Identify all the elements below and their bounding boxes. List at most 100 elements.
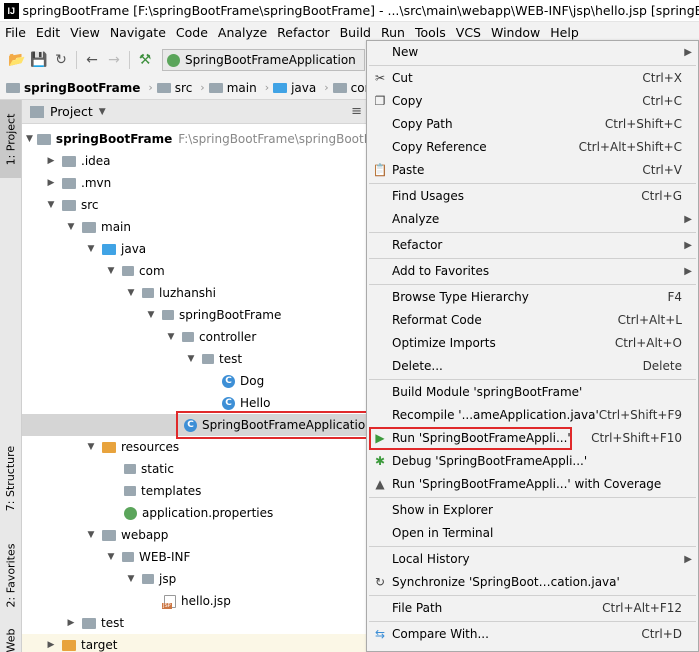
tree-item[interactable]: ▼ com	[22, 260, 368, 282]
tree-item[interactable]: static	[22, 458, 368, 480]
menu-item-new[interactable]: New ▶	[367, 41, 698, 63]
tree-item[interactable]: ▼ java	[22, 238, 368, 260]
tree-item[interactable]: ▼ springBootFrame F:\springBootFrame\spr…	[22, 128, 401, 150]
menu-item-compare-with[interactable]: ⇆ Compare With... Ctrl+D	[367, 623, 698, 645]
expanded-arrow-icon[interactable]: ▼	[44, 200, 58, 210]
tree-item[interactable]: ▼ luzhanshi	[22, 282, 368, 304]
sync-icon: ↻	[374, 575, 386, 589]
menu-item-cut[interactable]: ✂ Cut Ctrl+X	[367, 67, 698, 89]
tab-structure[interactable]: 7: Structure	[0, 438, 21, 518]
menu-item-paste[interactable]: 📋 Paste Ctrl+V	[367, 159, 698, 181]
tree-item[interactable]: ▶ .idea	[22, 150, 368, 172]
collapsed-arrow-icon[interactable]: ▶	[64, 618, 78, 628]
title-bar: IJ springBootFrame [F:\springBootFrame\s…	[0, 0, 699, 22]
submenu-arrow-icon: ▶	[684, 213, 692, 225]
menu-item-open-in-terminal[interactable]: Open in Terminal	[367, 522, 698, 544]
menu-navigate[interactable]: Navigate	[105, 22, 171, 44]
build-hammer-icon[interactable]: ⚒	[134, 49, 156, 71]
expanded-arrow-icon[interactable]: ▼	[26, 134, 33, 144]
tree-item[interactable]: ▶ .mvn	[22, 172, 368, 194]
menu-item-synchronize[interactable]: ↻ Synchronize 'SpringBoot…cation.java'	[367, 571, 698, 593]
breadcrumb-item[interactable]: springBootFrame	[6, 81, 140, 95]
menu-edit[interactable]: Edit	[31, 22, 65, 44]
menu-code[interactable]: Code	[171, 22, 213, 44]
breadcrumb-item[interactable]: › main	[196, 81, 256, 95]
tree-item[interactable]: application.properties	[22, 502, 368, 524]
breadcrumb-item[interactable]: › java	[261, 81, 317, 95]
collapse-all-icon[interactable]: ≡	[351, 104, 362, 119]
expanded-arrow-icon[interactable]: ▼	[104, 266, 118, 276]
package-icon	[202, 354, 214, 364]
menu-item-optimize-imports[interactable]: Optimize Imports Ctrl+Alt+O	[367, 332, 698, 354]
back-arrow-icon[interactable]: ←	[81, 49, 103, 71]
toolbar-divider	[129, 51, 130, 69]
expanded-arrow-icon[interactable]: ▼	[184, 354, 198, 364]
save-icon[interactable]: 💾	[28, 49, 50, 71]
menu-divider	[369, 284, 696, 285]
folder-icon	[156, 82, 171, 93]
tree-item[interactable]: ▶ target	[22, 634, 368, 652]
menu-file[interactable]: File	[0, 22, 31, 44]
tree-item[interactable]: ▼ WEB-INF	[22, 546, 368, 568]
menu-item-delete[interactable]: Delete... Delete	[367, 355, 698, 377]
tree-item[interactable]: ▼ test	[22, 348, 368, 370]
collapsed-arrow-icon[interactable]: ▶	[44, 640, 58, 650]
expanded-arrow-icon[interactable]: ▼	[124, 574, 138, 584]
menu-item-run-with-coverage[interactable]: ▲ Run 'SpringBootFrameAppli...' with Cove…	[367, 473, 698, 495]
tree-item[interactable]: ▼ main	[22, 216, 368, 238]
menu-item-show-in-explorer[interactable]: Show in Explorer	[367, 499, 698, 521]
expanded-arrow-icon[interactable]: ▼	[84, 530, 98, 540]
tree-item[interactable]: C Dog	[22, 370, 368, 392]
expanded-arrow-icon[interactable]: ▼	[104, 552, 118, 562]
menu-view[interactable]: View	[65, 22, 105, 44]
forward-arrow-icon[interactable]: →	[103, 49, 125, 71]
collapsed-arrow-icon[interactable]: ▶	[44, 178, 58, 188]
tree-item[interactable]: ▼ webapp	[22, 524, 368, 546]
menu-item-analyze[interactable]: Analyze ▶	[367, 208, 698, 230]
folder-icon	[62, 199, 76, 211]
menu-item-file-path[interactable]: File Path Ctrl+Alt+F12	[367, 597, 698, 619]
tree-item[interactable]: ▼ controller	[22, 326, 368, 348]
tree-item[interactable]: templates	[22, 480, 368, 502]
expanded-arrow-icon[interactable]: ▼	[124, 288, 138, 298]
open-folder-icon[interactable]: 📂	[6, 49, 28, 71]
menu-item-build-module[interactable]: Build Module 'springBootFrame'	[367, 381, 698, 403]
run-configuration-select[interactable]: SpringBootFrameApplication	[162, 49, 365, 71]
tab-web[interactable]: Web	[0, 628, 21, 652]
tree-item[interactable]: ▼ resources	[22, 436, 368, 458]
expanded-arrow-icon[interactable]: ▼	[144, 310, 158, 320]
tree-item[interactable]: hello.jsp	[22, 590, 368, 612]
chevron-down-icon[interactable]: ▼	[99, 107, 106, 117]
sync-icon[interactable]: ↻	[50, 49, 72, 71]
collapsed-arrow-icon[interactable]: ▶	[44, 156, 58, 166]
chevron-right-icon: ›	[200, 81, 205, 94]
menu-item-copy[interactable]: ❐ Copy Ctrl+C	[367, 90, 698, 112]
menu-refactor[interactable]: Refactor	[272, 22, 334, 44]
tree-item[interactable]: ▶ test	[22, 612, 368, 634]
expanded-arrow-icon[interactable]: ▼	[84, 442, 98, 452]
menu-item-browse-type-hierarchy[interactable]: Browse Type Hierarchy F4	[367, 286, 698, 308]
tree-item[interactable]: ▼ src	[22, 194, 368, 216]
menu-item-add-to-favorites[interactable]: Add to Favorites ▶	[367, 260, 698, 282]
menu-item-reformat-code[interactable]: Reformat Code Ctrl+Alt+L	[367, 309, 698, 331]
menu-analyze[interactable]: Analyze	[213, 22, 272, 44]
intellij-logo-icon: IJ	[4, 2, 19, 19]
menu-item-copy-path[interactable]: Copy Path Ctrl+Shift+C	[367, 113, 698, 135]
menu-item-recompile[interactable]: Recompile '...ameApplication.java' Ctrl+S…	[367, 404, 698, 426]
project-view-select[interactable]: Project	[50, 104, 93, 119]
tree-item[interactable]: ▼ springBootFrame	[22, 304, 368, 326]
tab-favorites[interactable]: 2: Favorites	[0, 532, 21, 618]
tree-item[interactable]: ▼ jsp	[22, 568, 368, 590]
expanded-arrow-icon[interactable]: ▼	[164, 332, 178, 342]
folder-icon	[62, 155, 76, 167]
tab-project[interactable]: 1: Project	[0, 100, 21, 178]
menu-item-copy-reference[interactable]: Copy Reference Ctrl+Alt+Shift+C	[367, 136, 698, 158]
menu-item-local-history[interactable]: Local History ▶	[367, 548, 698, 570]
breadcrumb-item[interactable]: › src	[144, 81, 192, 95]
menu-item-find-usages[interactable]: Find Usages Ctrl+G	[367, 185, 698, 207]
menu-item-refactor[interactable]: Refactor ▶	[367, 234, 698, 256]
expanded-arrow-icon[interactable]: ▼	[64, 222, 78, 232]
menu-item-debug[interactable]: ✱ Debug 'SpringBootFrameAppli...'	[367, 450, 698, 472]
expanded-arrow-icon[interactable]: ▼	[84, 244, 98, 254]
folder-icon	[62, 177, 76, 189]
